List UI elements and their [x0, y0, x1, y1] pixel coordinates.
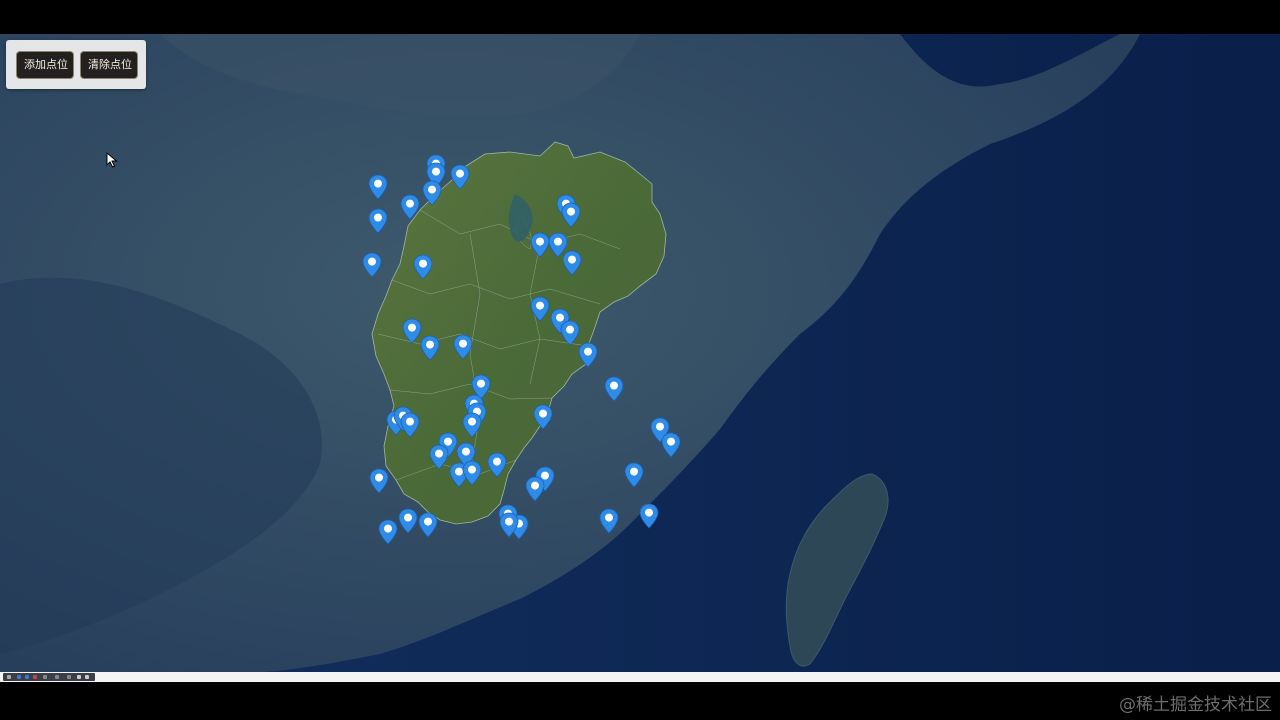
taskbar-icon[interactable]: [43, 675, 47, 679]
taskbar-icon[interactable]: [67, 675, 71, 679]
mouse-pointer-icon: [106, 152, 118, 168]
taskbar-icon[interactable]: [33, 675, 37, 679]
map-toolbar: 添加点位 清除点位: [6, 40, 146, 89]
taskbar-icon[interactable]: [55, 675, 59, 679]
taskbar-icons: [3, 673, 95, 681]
taskbar-icon[interactable]: [25, 675, 29, 679]
taskbar-icon[interactable]: [85, 675, 89, 679]
browser-top-bar: [0, 0, 1280, 34]
taskbar-icon[interactable]: [17, 675, 21, 679]
map-canvas: [0, 34, 1280, 672]
taskbar-icon[interactable]: [77, 675, 81, 679]
add-points-button[interactable]: 添加点位: [16, 51, 74, 79]
clear-points-button[interactable]: 清除点位: [80, 51, 138, 79]
taskbar-icon[interactable]: [7, 675, 11, 679]
watermark: @稀土掘金技术社区: [1119, 695, 1272, 715]
map-view[interactable]: [0, 34, 1280, 672]
taskbar-strip: [0, 672, 1280, 682]
